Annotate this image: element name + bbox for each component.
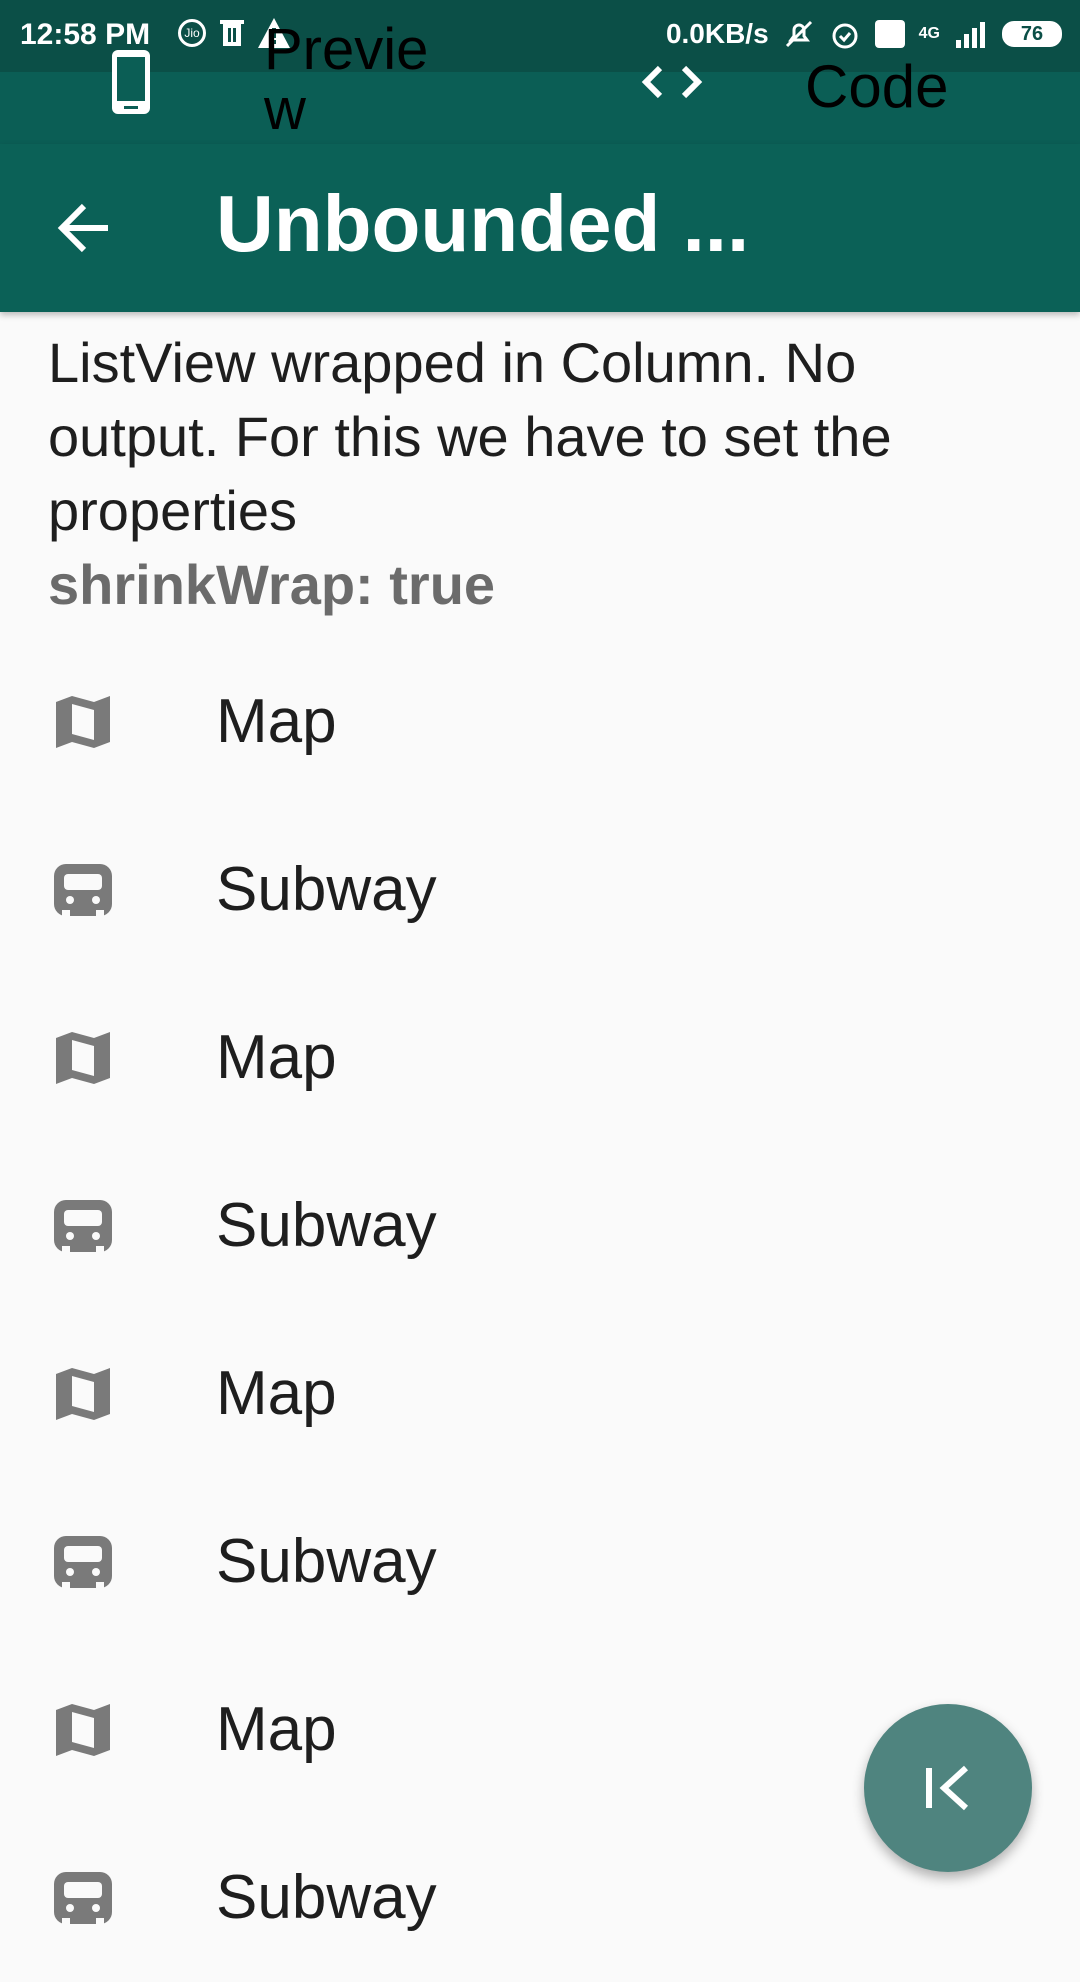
collapse-fab-button[interactable]: [864, 1704, 1032, 1872]
first-page-icon: [926, 1765, 969, 1811]
battery-indicator: 76: [1002, 21, 1062, 47]
list-item[interactable]: Subway: [0, 1478, 1080, 1646]
description-text: ListView wrapped in Column. No output. F…: [48, 326, 1038, 622]
list-item-label: Map: [216, 687, 337, 756]
list-item[interactable]: Subway: [0, 1142, 1080, 1310]
subway-icon: [54, 1200, 112, 1252]
list-item[interactable]: Map: [0, 638, 1080, 806]
list-item-label: Subway: [216, 855, 437, 924]
list-item-label: Subway: [216, 1527, 437, 1596]
map-icon: [56, 1368, 110, 1420]
subway-icon: [54, 864, 112, 916]
list-item[interactable]: Subway: [0, 806, 1080, 974]
description-body: ListView wrapped in Column. No output. F…: [48, 331, 892, 542]
volte-icon: [874, 20, 905, 48]
network-type: 4G: [918, 25, 940, 42]
list-item[interactable]: Map: [0, 1310, 1080, 1478]
signal-icon: [956, 22, 985, 48]
list-item[interactable]: Map: [0, 974, 1080, 1142]
list-item-label: Map: [216, 1359, 337, 1428]
list-item-label: Subway: [216, 1863, 437, 1932]
mute-icon: [785, 20, 812, 48]
tab-preview[interactable]: Previe w: [264, 20, 434, 140]
map-icon: [56, 1704, 110, 1756]
description-code: shrinkWrap: true: [48, 553, 496, 616]
phone-icon[interactable]: [110, 48, 152, 116]
code-icon[interactable]: [640, 62, 704, 102]
list-item-label: Map: [216, 1695, 337, 1764]
map-icon: [56, 696, 110, 748]
alarm-icon: [832, 23, 858, 49]
list-item-label: Subway: [216, 1191, 437, 1260]
jio-icon: Jio: [178, 19, 206, 47]
map-icon: [56, 1032, 110, 1084]
back-arrow-icon[interactable]: [56, 200, 112, 256]
network-speed: 0.0KB/s: [665, 18, 769, 49]
subway-icon: [54, 1536, 112, 1588]
trash-icon: [220, 20, 244, 46]
list-item-label: Map: [216, 1023, 337, 1092]
page-title: Unbounded ...: [216, 179, 750, 268]
tab-code[interactable]: Code: [805, 52, 948, 121]
subway-icon: [54, 1872, 112, 1924]
status-time: 12:58 PM: [20, 18, 151, 51]
